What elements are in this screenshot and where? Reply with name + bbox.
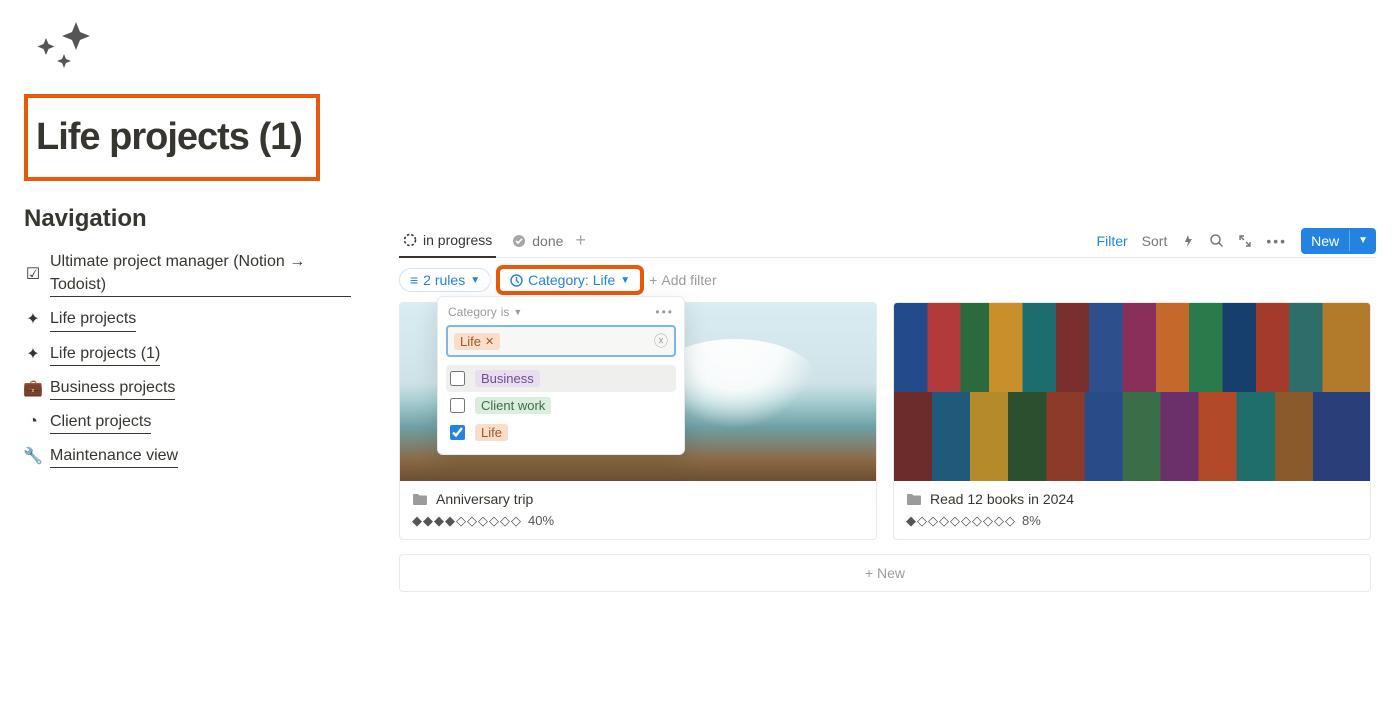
nav-item-maintenance[interactable]: 🔧 Maintenance view [24, 439, 351, 473]
nav-item-label: Life projects (1) [50, 342, 160, 366]
tab-done[interactable]: done [508, 225, 567, 257]
expand-icon[interactable] [1238, 234, 1252, 248]
nav-item-label: Life projects [50, 307, 136, 331]
view-tools: Filter Sort ••• New ▼ [1097, 228, 1376, 254]
new-button-label: New [1301, 228, 1349, 254]
chevron-down-icon: ▼ [470, 275, 480, 286]
chip-label: Life [460, 334, 481, 349]
nav-item-life-projects-1[interactable]: ✦ Life projects (1) [24, 337, 351, 371]
tab-in-progress[interactable]: in progress [399, 224, 496, 258]
page-title-highlight: Life projects (1) [24, 94, 320, 181]
sparkle-icon: ✦ [24, 344, 42, 364]
folder-icon [906, 492, 922, 506]
card-title: Anniversary trip [436, 491, 533, 507]
plus-icon: + [649, 272, 657, 288]
new-card-button[interactable]: + New [399, 554, 1371, 592]
user-circle-icon: ◔ [24, 413, 42, 431]
chevron-down-icon: ▼ [620, 275, 630, 286]
nav-heading: Navigation [24, 205, 351, 233]
nav-list: ☑︎ Ultimate project manager (Notion → To… [24, 245, 351, 473]
filter-option-client-work[interactable]: Client work [446, 392, 676, 419]
add-filter-label: Add filter [661, 272, 716, 288]
progress-diamonds: ◆◇◇◇◇◇◇◇◇◇ [906, 513, 1016, 528]
more-icon[interactable]: ••• [1266, 233, 1287, 249]
wrench-icon: 🔧 [24, 446, 42, 466]
popover-property: Category [448, 305, 497, 319]
category-filter-pill[interactable]: Category: Life ▼ [499, 268, 641, 292]
briefcase-icon: 💼 [24, 378, 42, 398]
nav-item-business-projects[interactable]: 💼 Business projects [24, 371, 351, 405]
option-checkbox[interactable] [450, 371, 465, 386]
card-progress: ◆◆◆◆◇◇◇◇◇◇ 40% [412, 513, 864, 529]
chip-remove-icon[interactable]: ✕ [485, 335, 494, 348]
sparkle-icon: ✦ [24, 309, 42, 329]
add-view-button[interactable]: + [567, 224, 594, 257]
progress-pct: 40% [528, 513, 554, 528]
filter-option-business[interactable]: Business [446, 365, 676, 392]
filter-option-life[interactable]: Life [446, 419, 676, 446]
checkbox-icon: ☑︎ [24, 264, 42, 284]
nav-item-label: Client projects [50, 410, 151, 434]
nav-item-client-projects[interactable]: ◔ Client projects [24, 405, 351, 439]
option-label: Life [475, 424, 508, 441]
sort-button[interactable]: Sort [1142, 233, 1168, 249]
nav-item-ultimate[interactable]: ☑︎ Ultimate project manager (Notion → To… [24, 245, 351, 302]
option-checkbox[interactable] [450, 425, 465, 440]
option-label: Business [475, 370, 540, 387]
automation-icon[interactable] [1181, 234, 1195, 248]
chevron-down-icon[interactable]: ▼ [1349, 230, 1376, 251]
card-read-12-books[interactable]: Read 12 books in 2024 ◆◇◇◇◇◇◇◇◇◇ 8% [893, 302, 1371, 540]
new-button[interactable]: New ▼ [1301, 228, 1376, 254]
page-title: Life projects (1) [36, 116, 302, 159]
tabs-row: in progress done + Filter Sort [399, 224, 1376, 258]
nav-item-life-projects[interactable]: ✦ Life projects [24, 302, 351, 336]
dashed-circle-icon [403, 233, 417, 247]
check-badge-icon [512, 234, 526, 248]
progress-pct: 8% [1022, 513, 1041, 528]
sidebar: Life projects (1) Navigation ☑︎ Ultimate… [0, 0, 375, 592]
tab-label: in progress [423, 232, 492, 248]
folder-icon [412, 492, 428, 506]
nav-item-label: Ultimate project manager (Notion → Todoi… [50, 250, 351, 297]
list-icon: ≡ [410, 272, 418, 288]
search-icon[interactable] [1209, 233, 1224, 248]
nav-item-label: Maintenance view [50, 444, 178, 468]
card-progress: ◆◇◇◇◇◇◇◇◇◇ 8% [906, 513, 1358, 529]
filter-popover: Category is ▼ ••• Life ✕ ⓧ Business Clie… [437, 296, 685, 455]
plus-icon: + [865, 565, 873, 581]
card-cover [894, 303, 1370, 481]
chevron-down-icon: ▼ [513, 307, 522, 317]
rules-pill-label: 2 rules [423, 272, 465, 288]
rules-pill[interactable]: ≡ 2 rules ▼ [399, 268, 491, 292]
progress-diamonds: ◆◆◆◆◇◇◇◇◇◇ [412, 513, 522, 528]
popover-condition[interactable]: is [501, 305, 510, 319]
tab-label: done [532, 233, 563, 249]
clear-input-icon[interactable]: ⓧ [654, 331, 668, 351]
filter-button[interactable]: Filter [1097, 233, 1128, 249]
main-content: in progress done + Filter Sort [375, 0, 1400, 592]
option-label: Client work [475, 397, 551, 414]
category-pill-label: Category: Life [528, 272, 615, 288]
add-filter-button[interactable]: + Add filter [649, 272, 716, 288]
popover-header: Category is ▼ ••• [446, 303, 676, 325]
popover-more-icon[interactable]: ••• [655, 305, 674, 319]
option-checkbox[interactable] [450, 398, 465, 413]
card-title: Read 12 books in 2024 [930, 491, 1074, 507]
nav-item-label: Business projects [50, 376, 175, 400]
sparkle-logo-icon [24, 18, 351, 78]
new-card-label: New [877, 565, 905, 581]
tag-circle-icon [510, 274, 523, 287]
filter-chip-input[interactable]: Life ✕ ⓧ [446, 325, 676, 357]
filter-chip-life[interactable]: Life ✕ [454, 333, 500, 350]
